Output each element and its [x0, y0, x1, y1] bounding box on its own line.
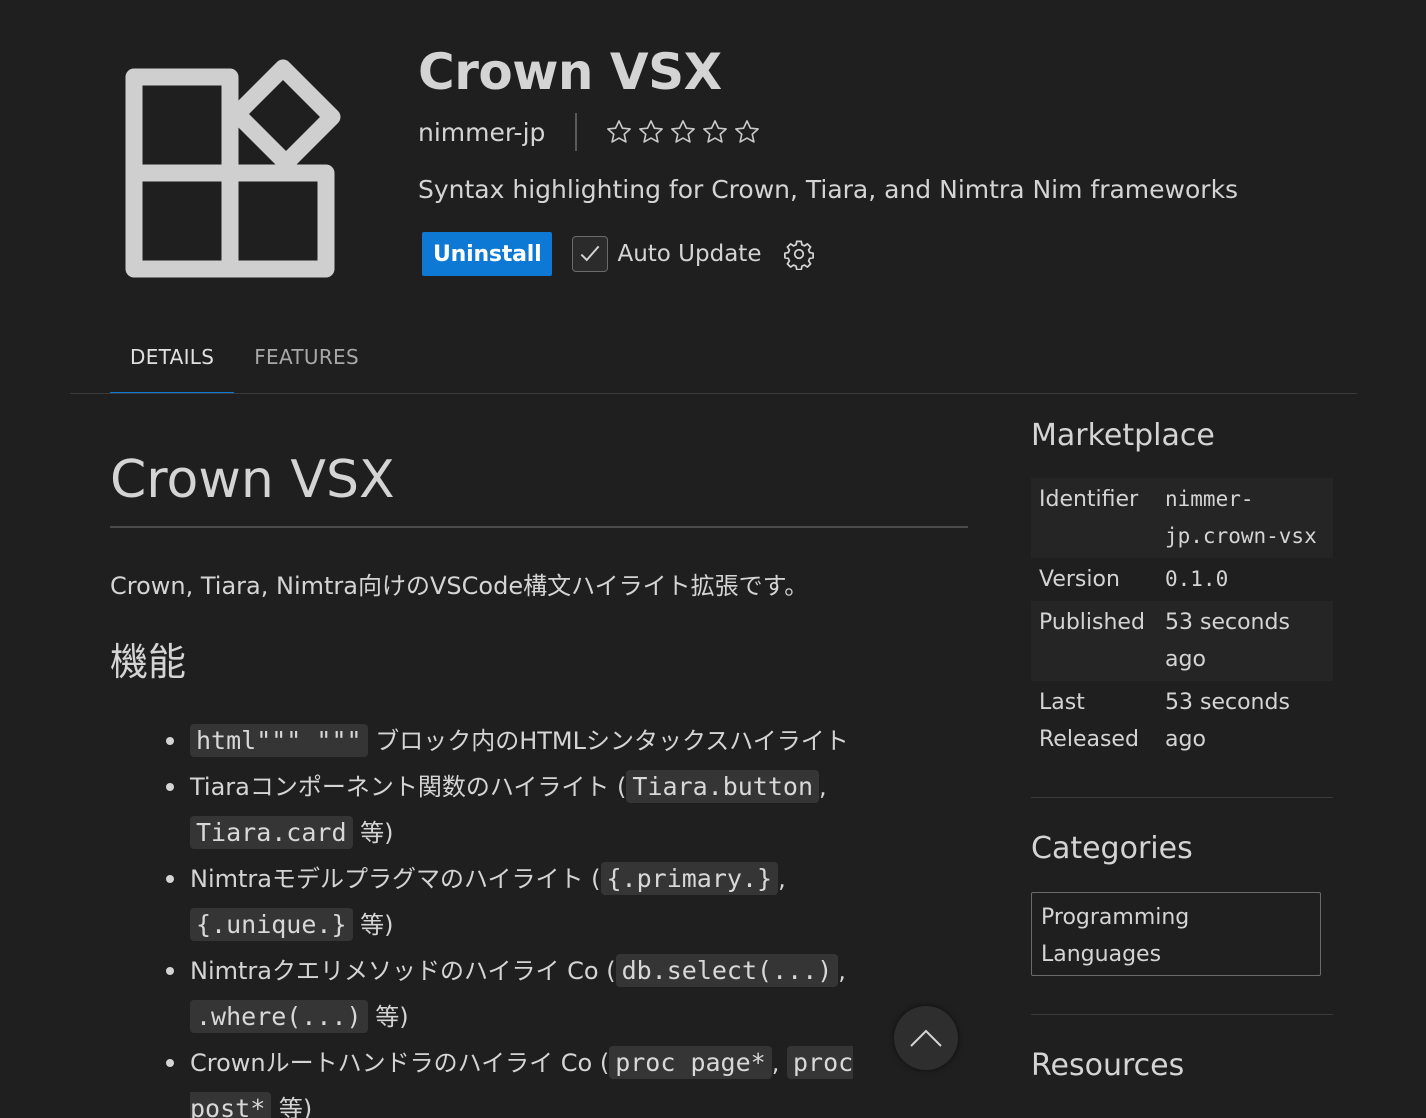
last-released-value: 53 seconds ago [1165, 690, 1290, 752]
readme-title-rule [110, 526, 968, 528]
category-tag[interactable]: Programming Languages [1031, 892, 1321, 976]
categories-heading: Categories [1031, 831, 1193, 866]
code-snippet: db.select(...) [615, 954, 839, 987]
extension-details-page: Crown VSX nimmer-jp Syntax highlighting … [0, 0, 1426, 1118]
readme-intro: Crown, Tiara, Nimtra向けのVSCode構文ハイライト拡張です… [110, 572, 809, 600]
table-row: Identifier nimmer-jp.crown-vsx [1031, 478, 1333, 558]
uninstall-button[interactable]: Uninstall [422, 232, 553, 276]
table-row: Version 0.1.0 [1031, 558, 1333, 601]
identifier-value: nimmer-jp.crown-vsx [1157, 478, 1333, 558]
chevron-up-icon [910, 1029, 942, 1047]
scroll-to-top-button[interactable] [894, 1006, 958, 1070]
resources-heading: Resources [1031, 1048, 1185, 1083]
gear-icon[interactable] [783, 238, 815, 270]
version-label: Version [1039, 567, 1120, 592]
tab-features[interactable]: FEATURES [234, 330, 379, 394]
code-snippet: Tiara.button [626, 770, 820, 803]
marketplace-info-table: Identifier nimmer-jp.crown-vsx Version 0… [1031, 478, 1333, 761]
auto-update-checkbox[interactable] [572, 236, 609, 272]
list-item: Nimtraモデルプラグマのハイライト ({.primary.}, {.uniq… [158, 856, 888, 948]
identifier-label: Identifier [1031, 478, 1157, 558]
code-snippet: {.unique.} [190, 908, 353, 941]
sidebar-divider [1031, 797, 1333, 798]
version-value: 0.1.0 [1165, 567, 1229, 591]
publisher-row: nimmer-jp [418, 112, 761, 152]
table-row: Last Released 53 seconds ago [1031, 681, 1333, 761]
sidebar-divider [1031, 1014, 1333, 1015]
star-icon [639, 120, 664, 143]
publisher-link[interactable]: nimmer-jp [418, 118, 545, 147]
list-item: html""" """ ブロック内のHTMLシンタックスハイライト [158, 718, 888, 764]
code-snippet: html""" """ [190, 724, 368, 757]
tab-bar: DETAILS FEATURES [110, 330, 379, 394]
table-row: Published 53 seconds ago [1031, 601, 1333, 681]
published-value: 53 seconds ago [1157, 601, 1333, 681]
list-item: Tiaraコンポーネント関数のハイライト (Tiara.button, Tiar… [158, 764, 888, 856]
features-list: html""" """ ブロック内のHTMLシンタックスハイライト Tiaraコ… [158, 718, 888, 1118]
star-icon [671, 120, 696, 143]
checkmark-icon [581, 245, 600, 262]
code-snippet: {.primary.} [600, 862, 779, 895]
extension-description: Syntax highlighting for Crown, Tiara, an… [418, 175, 1239, 204]
code-snippet: .where(...) [190, 1000, 368, 1033]
tab-details[interactable]: DETAILS [110, 330, 235, 394]
features-heading: 機能 [110, 640, 187, 684]
last-released-label: Last Released [1039, 690, 1139, 752]
marketplace-heading: Marketplace [1031, 418, 1215, 453]
rating-stars[interactable] [605, 118, 761, 146]
code-snippet: Tiara.card [190, 816, 353, 849]
tab-divider [70, 393, 1357, 394]
extension-title: Crown VSX [418, 43, 722, 101]
auto-update-label[interactable]: Auto Update [617, 241, 761, 267]
extension-logo-icon [125, 59, 341, 278]
star-icon [703, 120, 728, 143]
list-item: Crownルートハンドラのハイライ Co (proc page*, proc p… [158, 1040, 888, 1118]
star-icon [735, 120, 760, 143]
list-item: Nimtraクエリメソッドのハイライ Co (db.select(...), .… [158, 948, 888, 1040]
readme-title: Crown VSX [110, 450, 395, 510]
code-snippet: proc page* [609, 1046, 772, 1079]
action-row: Uninstall Auto Update [422, 232, 815, 276]
published-label: Published [1031, 601, 1157, 681]
star-icon [607, 120, 632, 143]
publisher-separator [575, 113, 578, 151]
